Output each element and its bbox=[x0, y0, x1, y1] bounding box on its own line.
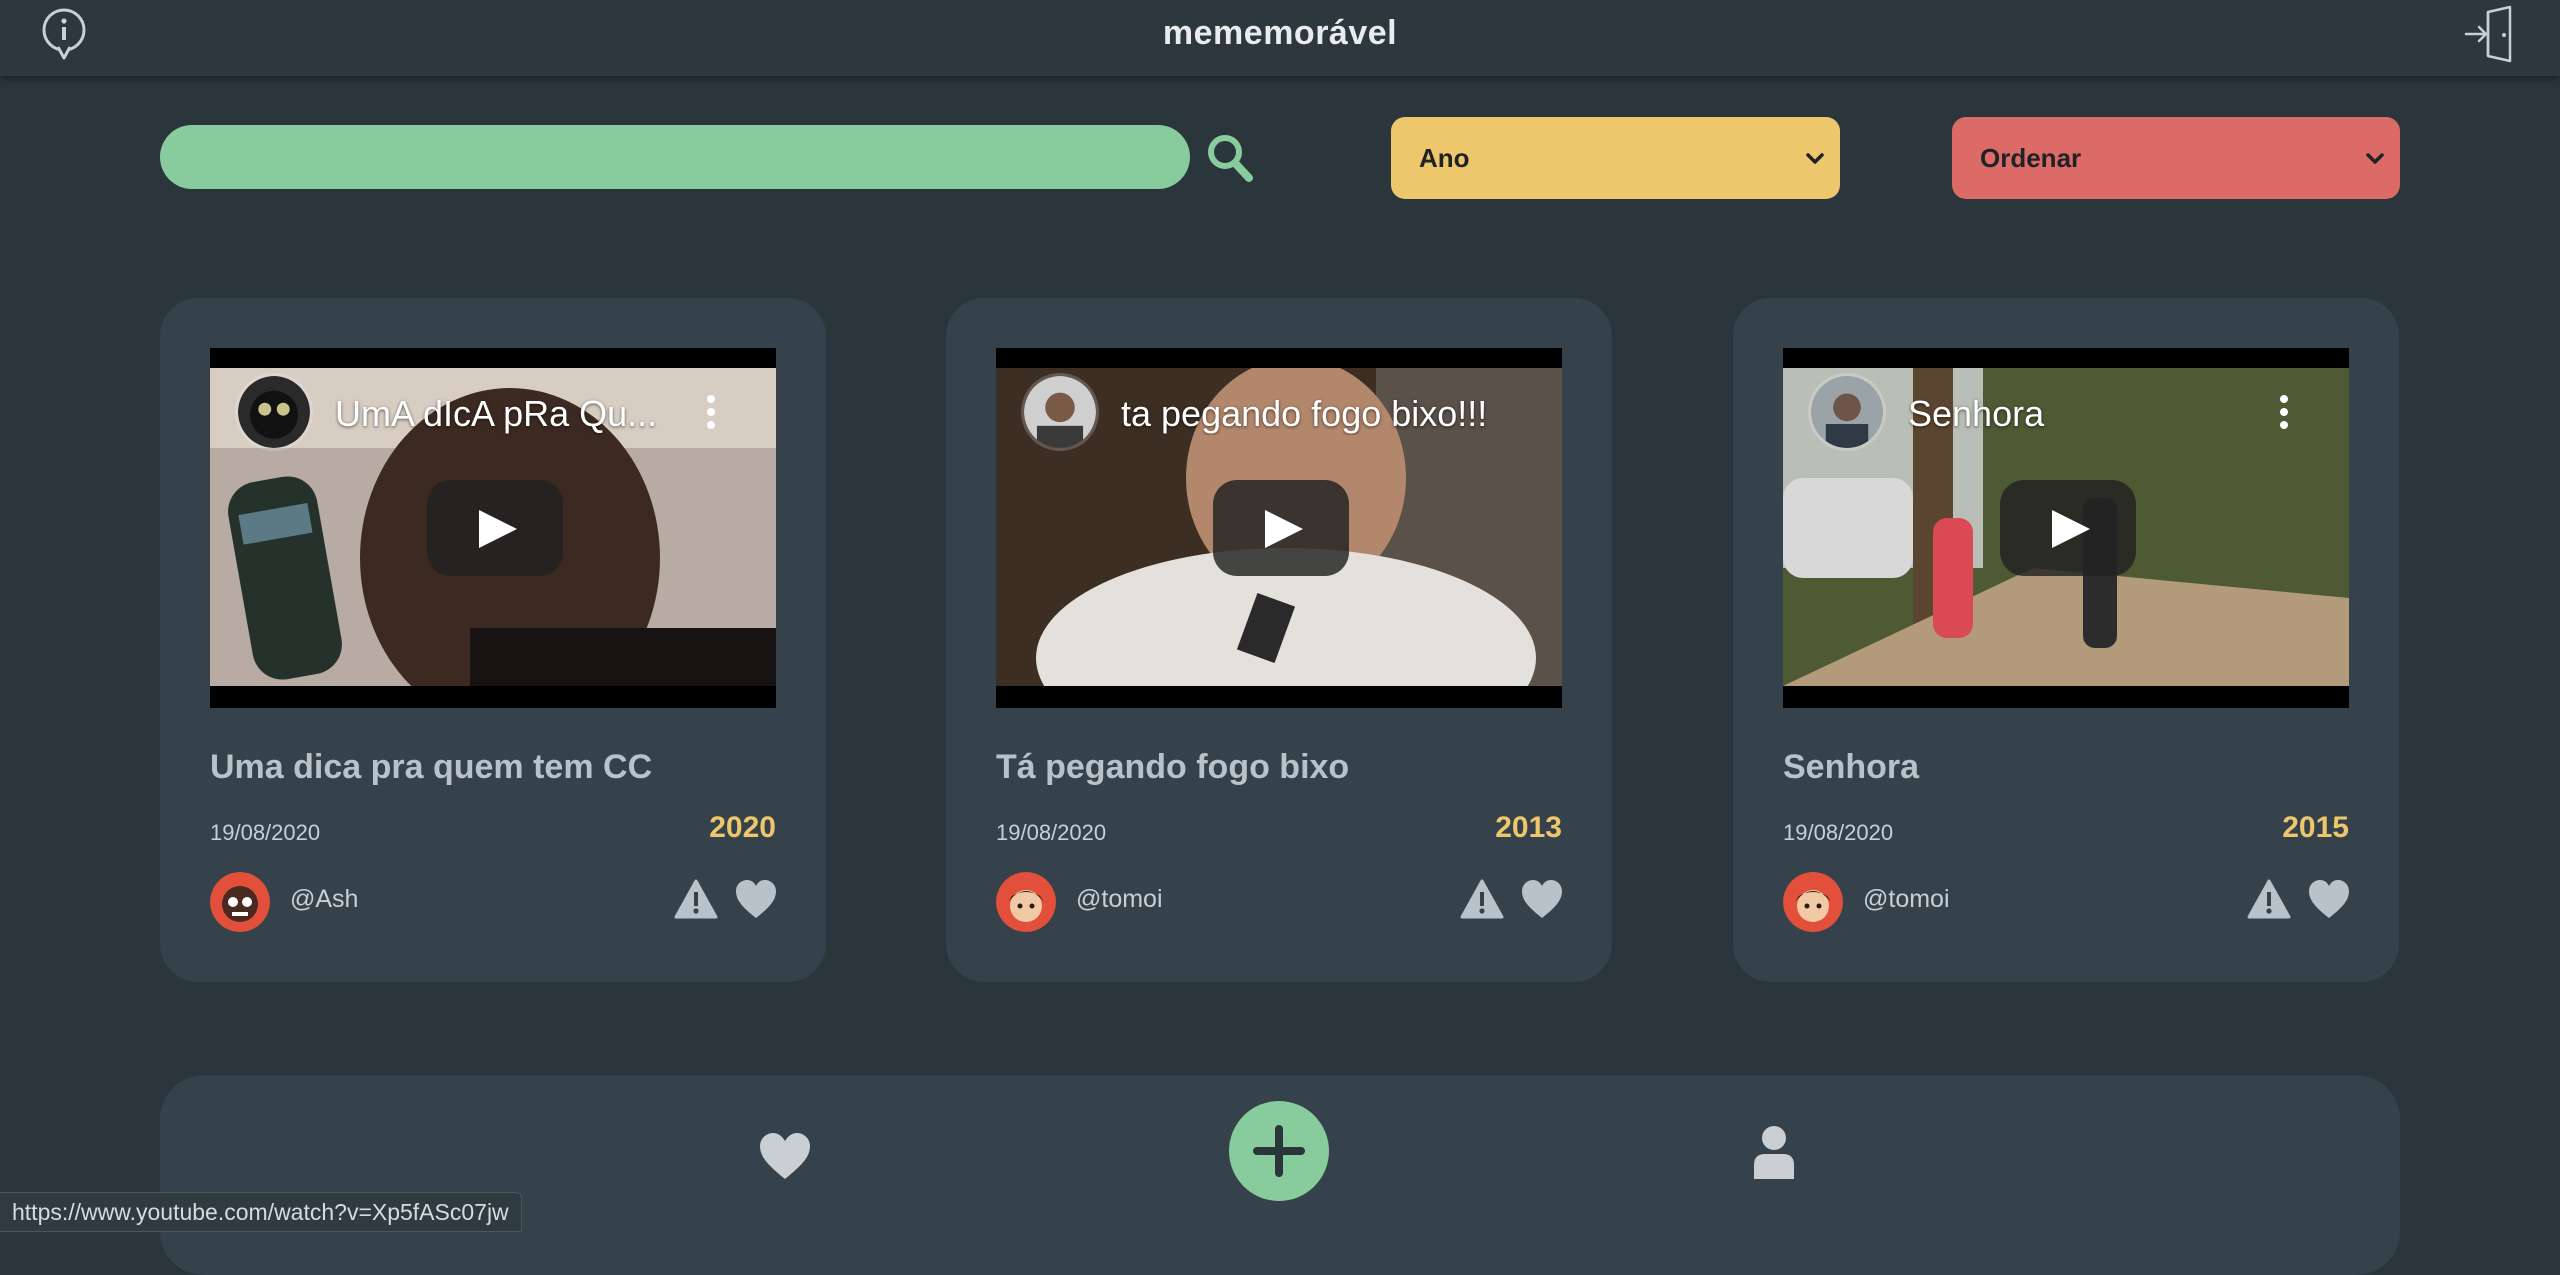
year-select-label: Ano bbox=[1419, 142, 1470, 173]
user-avatar[interactable] bbox=[210, 872, 270, 932]
channel-avatar bbox=[1021, 373, 1099, 451]
card-title: Senhora bbox=[1783, 748, 1920, 786]
plus-icon bbox=[1253, 1125, 1305, 1177]
card-date: 19/08/2020 bbox=[210, 820, 321, 845]
more-vertical-icon[interactable] bbox=[706, 394, 716, 430]
heart-icon[interactable] bbox=[2307, 878, 2351, 920]
user-handle[interactable]: @tomoi bbox=[1863, 885, 1950, 914]
channel-avatar bbox=[235, 373, 313, 451]
status-url: https://www.youtube.com/watch?v=Xp5fASc0… bbox=[0, 1192, 522, 1232]
play-button[interactable] bbox=[427, 480, 563, 576]
chevron-down-icon bbox=[2366, 153, 2384, 164]
video-embed[interactable]: ta pegando fogo bixo!!! bbox=[996, 348, 1562, 708]
chevron-down-icon bbox=[1806, 153, 1824, 164]
add-button[interactable] bbox=[1229, 1101, 1329, 1201]
warning-icon[interactable] bbox=[1460, 878, 1504, 920]
video-title: Senhora bbox=[1908, 393, 2045, 434]
card-date: 19/08/2020 bbox=[1783, 820, 1894, 845]
meme-card: ta pegando fogo bixo!!! Tá pegando fogo … bbox=[946, 298, 1612, 982]
video-title: ta pegando fogo bixo!!! bbox=[1121, 393, 1488, 434]
video-title: UmA dIcA pRa Qu... bbox=[335, 393, 658, 434]
heart-icon[interactable] bbox=[1520, 878, 1564, 920]
search-input[interactable] bbox=[160, 125, 1190, 189]
logout-icon[interactable] bbox=[2462, 4, 2522, 64]
order-select-label: Ordenar bbox=[1980, 142, 2082, 173]
play-button[interactable] bbox=[1213, 480, 1349, 576]
more-vertical-icon[interactable] bbox=[2279, 394, 2289, 430]
play-button[interactable] bbox=[2000, 480, 2136, 576]
channel-avatar bbox=[1808, 373, 1886, 451]
meme-card: Senhora Senhora 19/08/2020 2015 @tomoi bbox=[1733, 298, 2399, 982]
meme-card: UmA dIcA pRa Qu... Uma dica pra quem tem… bbox=[160, 298, 826, 982]
app-title: mememorável bbox=[1162, 14, 1398, 52]
card-date: 19/08/2020 bbox=[996, 820, 1107, 845]
card-year: 2013 bbox=[1495, 811, 1562, 844]
top-bar: mememorável bbox=[0, 0, 2560, 76]
order-select[interactable]: Ordenar bbox=[1952, 117, 2400, 199]
warning-icon[interactable] bbox=[674, 878, 718, 920]
user-avatar[interactable] bbox=[1783, 872, 1843, 932]
video-embed[interactable]: Senhora bbox=[1783, 348, 2349, 708]
user-handle[interactable]: @tomoi bbox=[1076, 885, 1163, 914]
heart-icon[interactable] bbox=[758, 1131, 812, 1181]
card-title: Tá pegando fogo bixo bbox=[996, 748, 1350, 786]
user-handle[interactable]: @Ash bbox=[290, 885, 358, 914]
user-icon[interactable] bbox=[1752, 1125, 1796, 1181]
card-title: Uma dica pra quem tem CC bbox=[210, 748, 653, 786]
warning-icon[interactable] bbox=[2247, 878, 2291, 920]
search-icon[interactable] bbox=[1205, 132, 1255, 184]
video-embed[interactable]: UmA dIcA pRa Qu... bbox=[210, 348, 776, 708]
card-year: 2020 bbox=[709, 811, 776, 844]
user-avatar[interactable] bbox=[996, 872, 1056, 932]
year-select[interactable]: Ano bbox=[1391, 117, 1840, 199]
bottom-nav bbox=[160, 1075, 2400, 1275]
card-year: 2015 bbox=[2282, 811, 2349, 844]
heart-icon[interactable] bbox=[734, 878, 778, 920]
